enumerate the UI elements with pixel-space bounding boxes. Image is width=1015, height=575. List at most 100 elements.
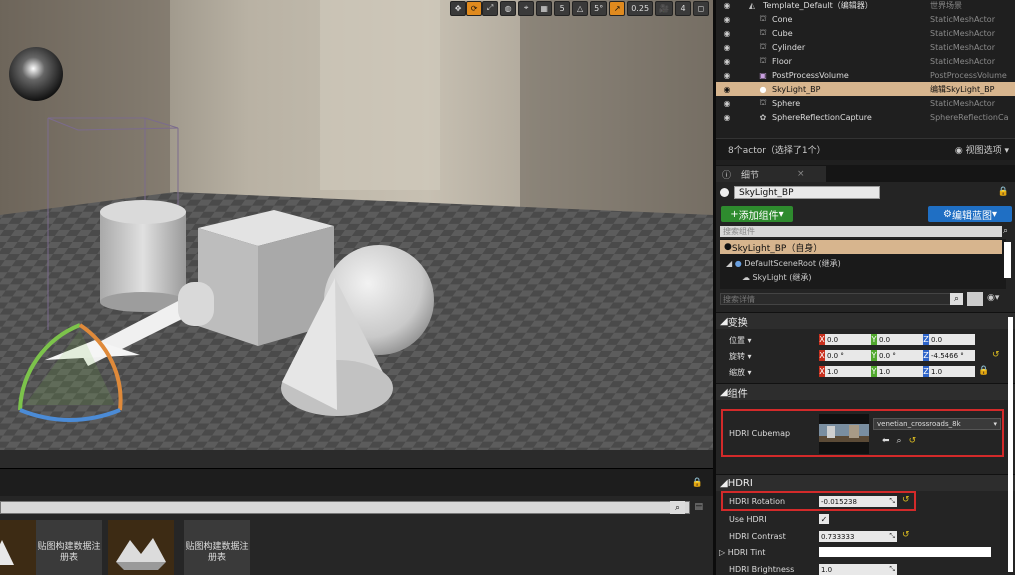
lock-icon[interactable]: 🔒 [998,187,1009,197]
scale-z-input[interactable]: 1.0 [929,366,975,377]
close-tab-icon[interactable]: × [797,169,805,179]
reset-to-default-icon[interactable]: ↺ [992,350,1000,360]
visibility-eye-icon[interactable]: ◉ [722,57,732,66]
visibility-eye-icon[interactable]: ◉ [722,113,732,122]
rotation-y-input[interactable]: 0.0 ° [877,350,923,361]
world-space-icon[interactable]: ◍ [500,0,517,16]
section-components[interactable]: ◢ 组件 [716,383,1015,400]
component-search-input[interactable]: 搜索组件 [720,226,1002,237]
rotation-snap-value[interactable]: 5° [590,0,608,16]
cubemap-thumbnail[interactable] [819,414,869,454]
filter-menu-icon[interactable]: ▤ [694,502,703,512]
scale-x-input[interactable]: 1.0 [825,366,871,377]
search-icon[interactable]: ⌕ [950,293,963,305]
location-label[interactable]: 位置 ▾ [729,335,752,346]
scale-snap-icon[interactable]: ↗ [609,0,626,16]
search-icon[interactable]: ⌕ [670,501,685,514]
rotation-vector: X 0.0 ° Y 0.0 ° Z -4.5466 ° [819,350,975,361]
scale-y-input[interactable]: 1.0 [877,366,923,377]
add-component-button[interactable]: + 添加组件 ▾ [721,206,793,222]
browse-search-icon[interactable]: ⌕ [897,436,902,446]
maximize-viewport-icon[interactable]: ◻ [693,0,709,16]
reset-to-default-icon[interactable]: ↺ [902,530,910,540]
level-viewport[interactable]: ✥ ⟳ ⤢ ◍ ⌖ ▦ 5 △ 5° ↗ 0.25 🎥 4 ◻ [0,0,713,468]
tab-details[interactable]: ⓘ 细节 × [716,166,826,182]
scale-snap-value[interactable]: 0.25 [627,0,654,16]
section-hdri[interactable]: ◢ HDRI [716,474,1015,491]
visibility-eye-icon[interactable]: ◉ [722,29,732,38]
outliner-row[interactable]: ◉ ⛫ Cylinder StaticMeshActor [716,40,1015,54]
hdri-brightness-input[interactable]: 1.0 ⤡ [819,564,897,575]
hdri-contrast-input[interactable]: 0.733333 ⤡ [819,531,897,542]
search-icon[interactable]: ⌕ [1003,226,1014,237]
rotation-snap-icon[interactable]: △ [572,0,589,16]
edit-blueprint-link[interactable]: 编辑SkyLight_BP [930,84,1015,95]
asset-label: 贴图构建数据注册表 [37,542,101,563]
outliner-row-selected[interactable]: ◉ ● SkyLight_BP 编辑SkyLight_BP [716,82,1015,96]
outliner-item-type: 世界场景 [930,0,962,10]
component-item[interactable]: ◢ ● DefaultSceneRoot (继承) [726,258,841,269]
actor-name-field[interactable]: SkyLight_BP [734,186,880,199]
details-scrollbar[interactable] [1008,317,1013,572]
camera-speed-value[interactable]: 4 [675,0,691,16]
camera-speed-icon[interactable]: 🎥 [655,0,673,16]
outliner-row[interactable]: ◉ ⛫ Sphere StaticMeshActor [716,96,1015,110]
location-z-input[interactable]: 0.0 [929,334,975,345]
rotate-tool-icon[interactable]: ⟳ [466,0,483,16]
visibility-eye-icon[interactable]: ◉ [722,99,732,108]
outliner-row[interactable]: ◉ ✿ SphereReflectionCapture SphereReflec… [716,110,1015,124]
property-matrix-icon[interactable] [967,292,983,306]
view-options-eye-icon[interactable]: ◉▾ [987,293,999,303]
move-tool-icon[interactable]: ✥ [450,0,467,16]
actor-count: 8个actor（选择了1个） [728,146,826,156]
asset-search-input[interactable] [0,501,690,514]
asset-thumbnail[interactable] [108,520,174,575]
asset-thumbnail[interactable] [0,520,36,575]
outliner-item-name: Cylinder [772,42,806,52]
grid-snap-icon[interactable]: ▦ [536,0,553,16]
visibility-eye-icon[interactable]: ◉ [722,85,732,94]
asset-tile[interactable]: 贴图构建数据注册表 [36,520,102,575]
scale-label[interactable]: 缩放 ▾ [729,367,752,378]
location-label-text: 位置 [729,336,745,345]
lock-icon[interactable]: 🔒 [692,478,703,488]
asset-tile[interactable]: 贴图构建数据注册表 [184,520,250,575]
outliner-item-name: Sphere [772,98,801,108]
hdri-tint-color-swatch[interactable] [819,547,991,557]
hdri-tint-label[interactable]: ▷ HDRI Tint [719,548,765,557]
outliner-row[interactable]: ◉ ⛫ Cone StaticMeshActor [716,12,1015,26]
component-scrollbar[interactable] [1004,242,1011,278]
rotation-x-input[interactable]: 0.0 ° [825,350,871,361]
use-hdri-checkbox[interactable]: ✓ [819,514,829,524]
outliner-row[interactable]: ◉ ⛫ Cube StaticMeshActor [716,26,1015,40]
lock-scale-icon[interactable]: 🔒 [978,366,989,376]
outliner-row[interactable]: ◉ ▣ PostProcessVolume PostProcessVolume [716,68,1015,82]
visibility-eye-icon[interactable]: ◉ [722,15,732,24]
details-search-input[interactable]: 搜索详情 [720,293,952,305]
edit-blueprint-button[interactable]: ⚙ 编辑蓝图 ▾ [928,206,1012,222]
section-transform[interactable]: ◢ 变换 [716,312,1015,329]
location-x-input[interactable]: 0.0 [825,334,871,345]
component-self[interactable]: ● SkyLight_BP（自身） [720,240,1002,254]
surface-snap-icon[interactable]: ⌖ [518,0,535,16]
visibility-eye-icon[interactable]: ◉ [722,71,732,80]
scale-tool-icon[interactable]: ⤢ [482,0,499,16]
outliner-row[interactable]: ◉ ◭ Template_Default（编辑器） 世界场景 [716,0,1015,12]
hdri-rotation-input[interactable]: -0.015238 ⤡ [819,496,897,507]
section-title: HDRI [727,477,753,489]
view-options-button[interactable]: ◉ 视图选项 ▾ [955,143,1009,156]
rotation-label[interactable]: 旋转 ▾ [729,351,752,362]
reset-to-default-icon[interactable]: ↺ [909,436,917,446]
visibility-eye-icon[interactable]: ◉ [722,43,732,52]
grid-snap-value[interactable]: 5 [554,0,571,16]
use-selected-arrow-icon[interactable]: ⬅ [882,436,890,446]
location-y-input[interactable]: 0.0 [877,334,923,345]
expand-icon: ◢ [726,259,735,268]
reset-to-default-icon[interactable]: ↺ [902,495,910,505]
rotation-z-input[interactable]: -4.5466 ° [929,350,975,361]
visibility-eye-icon[interactable]: ◉ [722,1,732,10]
component-item[interactable]: ☁ SkyLight (继承) [742,272,811,283]
outliner-row[interactable]: ◉ ⛫ Floor StaticMeshActor [716,54,1015,68]
hdri-cubemap-dropdown[interactable]: venetian_crossroads_8k ▾ [873,418,1001,430]
landscape-thumb-icon [0,540,14,565]
